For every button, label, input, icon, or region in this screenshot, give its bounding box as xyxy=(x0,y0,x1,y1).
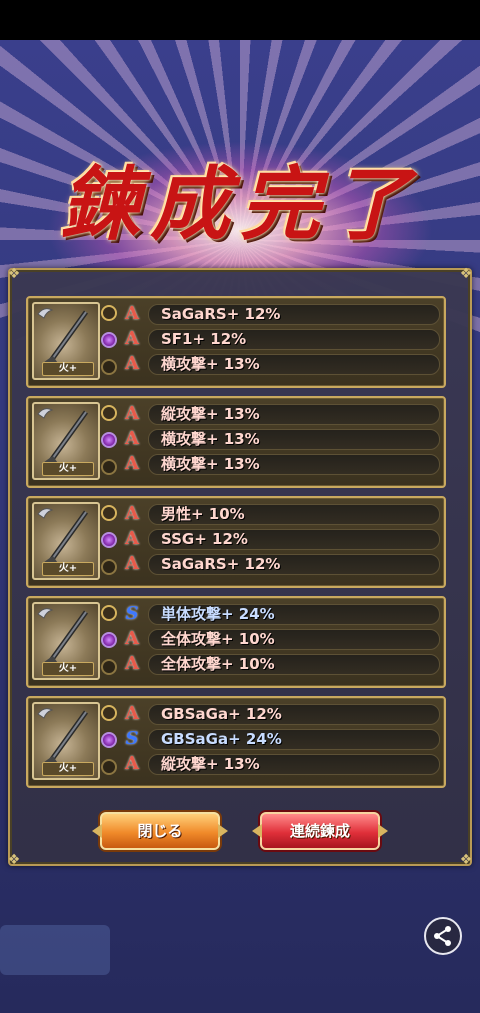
gem-slots xyxy=(100,302,118,382)
weapon-thumbnail: 火+ xyxy=(32,702,100,780)
effect-row: A 横攻撃+ 13% xyxy=(122,452,442,477)
grade-a-icon: A xyxy=(125,703,139,724)
grade-s-icon: S xyxy=(125,603,139,624)
effect-text: SaGaRS+ 12% xyxy=(148,304,440,325)
continue-refine-button[interactable]: 連続鍊成 xyxy=(252,812,388,850)
effect-row: S GBSaGa+ 24% xyxy=(122,727,442,752)
effect-row: A 横攻撃+ 13% xyxy=(122,352,442,377)
close-button[interactable]: 閉じる xyxy=(92,812,228,850)
element-tag: 火+ xyxy=(42,562,94,576)
effect-row: A 縦攻撃+ 13% xyxy=(122,752,442,777)
effect-row: A SaGaRS+ 12% xyxy=(122,302,442,327)
gem-icon xyxy=(101,432,117,448)
gem-icon xyxy=(101,532,117,548)
grade-a-icon: A xyxy=(125,553,139,574)
element-tag: 火+ xyxy=(42,662,94,676)
element-tag: 火+ xyxy=(42,362,94,376)
effect-row: S 単体攻撃+ 24% xyxy=(122,602,442,627)
grade-s-icon: S xyxy=(125,728,139,749)
effect-list: A SaGaRS+ 12% A SF1+ 12% A 横攻撃+ 13% xyxy=(122,302,442,377)
effect-text: 全体攻撃+ 10% xyxy=(148,629,440,650)
effect-row: A 全体攻撃+ 10% xyxy=(122,627,442,652)
effect-text: SF1+ 12% xyxy=(148,329,440,350)
element-tag: 火+ xyxy=(42,462,94,476)
element-tag: 火+ xyxy=(42,762,94,776)
effect-text: 横攻撃+ 13% xyxy=(148,429,440,450)
corner-ornament-icon: ❖ xyxy=(459,852,473,868)
grade-a-icon: A xyxy=(125,653,139,674)
effect-row: A SF1+ 12% xyxy=(122,327,442,352)
effect-text: 縦攻撃+ 13% xyxy=(148,754,440,775)
grade-a-icon: A xyxy=(125,403,139,424)
continue-refine-button-label: 連続鍊成 xyxy=(289,822,350,840)
effect-list: A 縦攻撃+ 13% A 横攻撃+ 13% A 横攻撃+ 13% xyxy=(122,402,442,477)
slot-icon xyxy=(101,605,117,621)
weapon-thumbnail: 火+ xyxy=(32,302,100,380)
effect-list: S 単体攻撃+ 24% A 全体攻撃+ 10% A 全体攻撃+ 10% xyxy=(122,602,442,677)
result-card: 火+ A SaGaRS+ 12% A SF1+ 12% A 横攻撃+ 13% xyxy=(26,296,446,388)
effect-text: GBSaGa+ 12% xyxy=(148,704,440,725)
effect-row: A 縦攻撃+ 13% xyxy=(122,402,442,427)
effect-text: 全体攻撃+ 10% xyxy=(148,654,440,675)
gem-slots xyxy=(100,502,118,582)
effect-text: 横攻撃+ 13% xyxy=(148,454,440,475)
weapon-thumbnail: 火+ xyxy=(32,602,100,680)
grade-a-icon: A xyxy=(125,428,139,449)
result-card: 火+ A GBSaGa+ 12% S GBSaGa+ 24% A 縦攻撃+ 13% xyxy=(26,696,446,788)
corner-ornament-icon: ❖ xyxy=(7,852,21,868)
grade-a-icon: A xyxy=(125,528,139,549)
weapon-thumbnail: 火+ xyxy=(32,402,100,480)
share-icon xyxy=(434,926,451,946)
result-title: 鍊成完了 xyxy=(60,157,420,251)
gem-slots xyxy=(100,702,118,782)
grade-a-icon: A xyxy=(125,328,139,349)
gem-icon xyxy=(101,332,117,348)
effect-row: A 全体攻撃+ 10% xyxy=(122,652,442,677)
slot-icon xyxy=(101,705,117,721)
effect-text: SaGaRS+ 12% xyxy=(148,554,440,575)
slot-icon xyxy=(101,559,117,575)
close-button-label: 閉じる xyxy=(137,822,183,840)
effect-text: 横攻撃+ 13% xyxy=(148,354,440,375)
slot-icon xyxy=(101,505,117,521)
gem-icon xyxy=(101,632,117,648)
grade-a-icon: A xyxy=(125,503,139,524)
effect-row: A GBSaGa+ 12% xyxy=(122,702,442,727)
effect-list: A 男性+ 10% A SSG+ 12% A SaGaRS+ 12% xyxy=(122,502,442,577)
slot-icon xyxy=(101,405,117,421)
effect-row: A SaGaRS+ 12% xyxy=(122,552,442,577)
gem-slots xyxy=(100,602,118,682)
grade-a-icon: A xyxy=(125,753,139,774)
background-panel xyxy=(0,925,110,975)
effect-text: 縦攻撃+ 13% xyxy=(148,404,440,425)
slot-icon xyxy=(101,659,117,675)
grade-a-icon: A xyxy=(125,353,139,374)
corner-ornament-icon: ❖ xyxy=(7,266,21,282)
weapon-thumbnail: 火+ xyxy=(32,502,100,580)
result-card: 火+ A 縦攻撃+ 13% A 横攻撃+ 13% A 横攻撃+ 13% xyxy=(26,396,446,488)
effect-text: GBSaGa+ 24% xyxy=(148,729,440,750)
result-card: 火+ S 単体攻撃+ 24% A 全体攻撃+ 10% A 全体攻撃+ 10% xyxy=(26,596,446,688)
gem-icon xyxy=(101,732,117,748)
effect-row: A 横攻撃+ 13% xyxy=(122,427,442,452)
share-button[interactable] xyxy=(424,917,462,955)
corner-ornament-icon: ❖ xyxy=(459,266,473,282)
effect-row: A 男性+ 10% xyxy=(122,502,442,527)
grade-a-icon: A xyxy=(125,303,139,324)
effect-list: A GBSaGa+ 12% S GBSaGa+ 24% A 縦攻撃+ 13% xyxy=(122,702,442,777)
grade-a-icon: A xyxy=(125,453,139,474)
effect-text: 単体攻撃+ 24% xyxy=(148,604,440,625)
slot-icon xyxy=(101,305,117,321)
effect-text: 男性+ 10% xyxy=(148,504,440,525)
slot-icon xyxy=(101,759,117,775)
result-card: 火+ A 男性+ 10% A SSG+ 12% A SaGaRS+ 12% xyxy=(26,496,446,588)
slot-icon xyxy=(101,359,117,375)
status-bar xyxy=(0,0,480,40)
slot-icon xyxy=(101,459,117,475)
effect-row: A SSG+ 12% xyxy=(122,527,442,552)
gem-slots xyxy=(100,402,118,482)
grade-a-icon: A xyxy=(125,628,139,649)
effect-text: SSG+ 12% xyxy=(148,529,440,550)
